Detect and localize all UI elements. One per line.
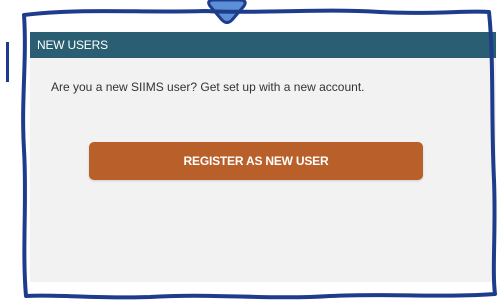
panel-title: NEW USERS — [30, 32, 496, 58]
adjacent-panel-edge — [0, 42, 9, 82]
screenshot-frame: NEW USERS Are you a new SIIMS user? Get … — [0, 0, 501, 303]
new-users-panel: NEW USERS Are you a new SIIMS user? Get … — [30, 32, 496, 282]
new-user-description: Are you a new SIIMS user? Get set up wit… — [51, 80, 365, 94]
pointer-arrow-icon — [207, 0, 247, 24]
register-new-user-button[interactable]: REGISTER AS NEW USER — [89, 142, 423, 180]
